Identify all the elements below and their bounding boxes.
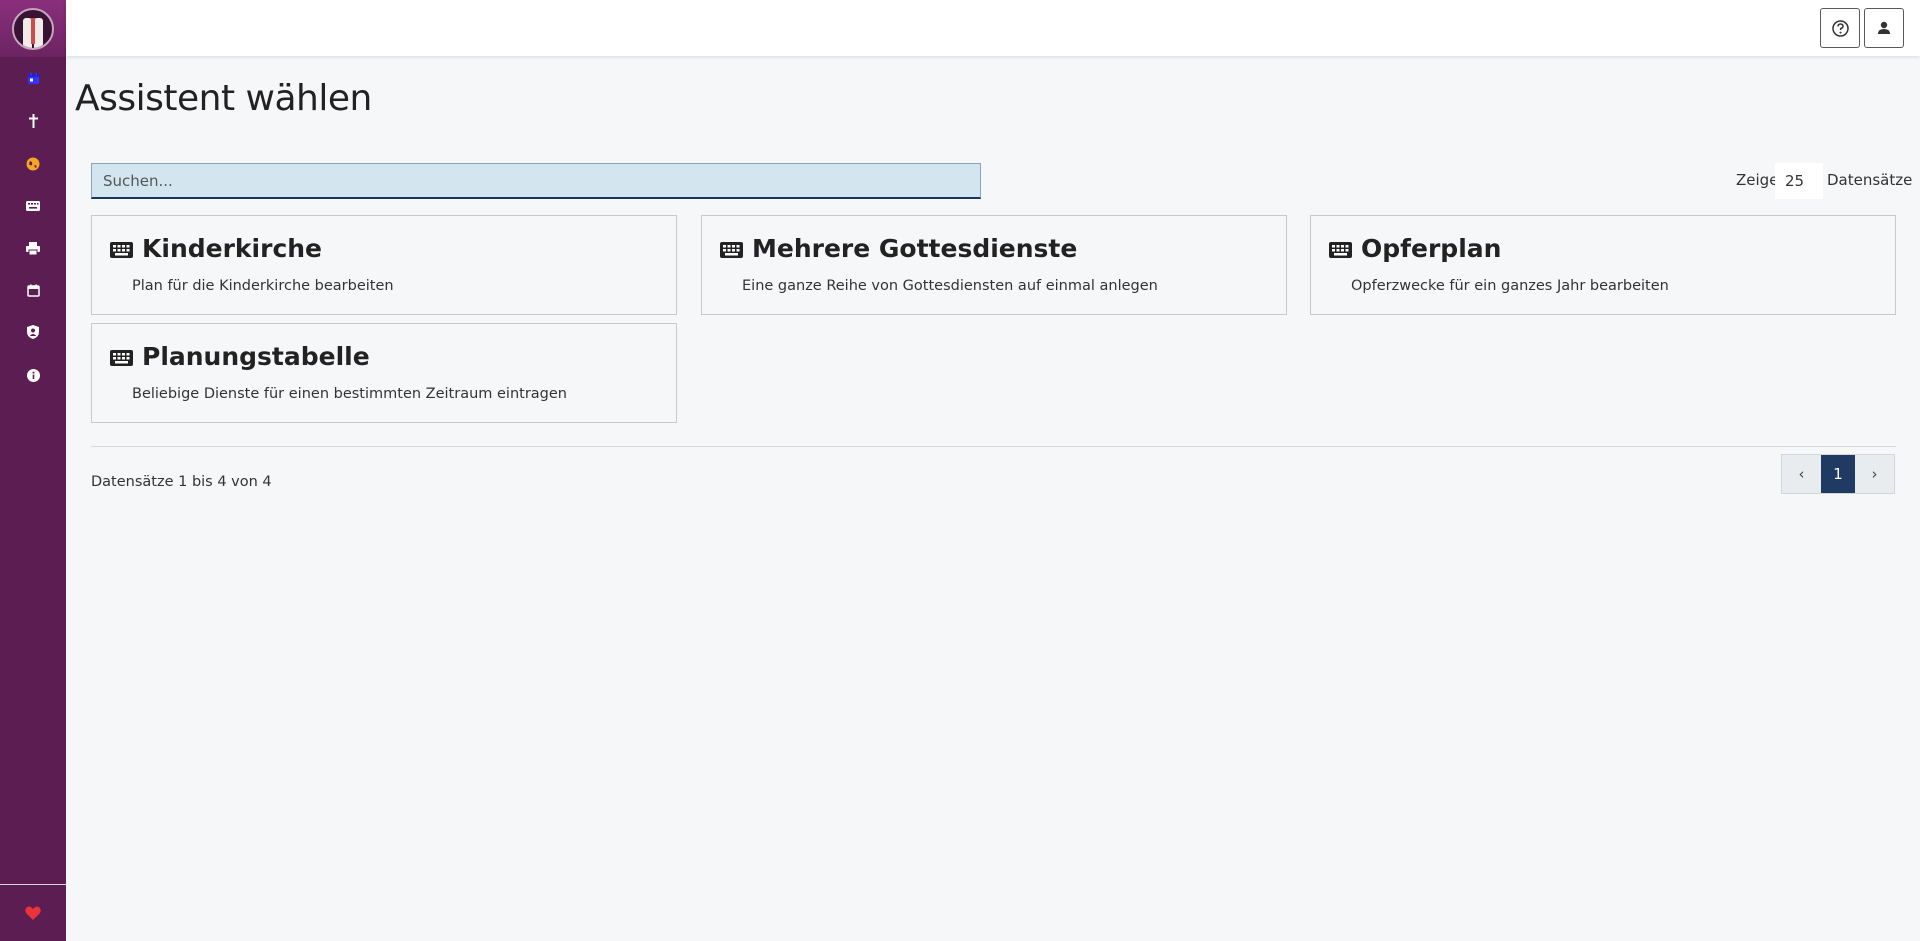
keyboard-icon: [1329, 242, 1352, 258]
length-suffix-label: Datensätze: [1827, 171, 1913, 189]
sidebar-item-absences[interactable]: [0, 278, 66, 302]
assistant-card-mehrere-gottesdienste[interactable]: Mehrere Gottesdienste Eine ganze Reihe v…: [701, 215, 1287, 315]
help-icon: [1831, 19, 1849, 37]
pagination: ‹ 1 ›: [1781, 454, 1895, 494]
length-select[interactable]: 25: [1775, 163, 1823, 199]
pagination-next-button[interactable]: ›: [1855, 455, 1894, 493]
user-icon: [1878, 21, 1890, 34]
sidebar-divider: [0, 884, 66, 885]
heart-icon: [25, 906, 41, 920]
card-title: Kinderkirche: [142, 234, 323, 263]
globe-icon: [26, 157, 40, 171]
content-divider: [91, 446, 1896, 447]
length-prefix-label: Zeige: [1736, 171, 1779, 189]
sidebar-item-services[interactable]: [0, 109, 66, 133]
search-input[interactable]: [91, 163, 981, 199]
top-bar: [66, 0, 1920, 56]
pagination-page-1[interactable]: 1: [1821, 455, 1855, 493]
app-logo: [12, 7, 54, 50]
card-description: Plan für die Kinderkirche bearbeiten: [132, 278, 394, 294]
page-title: Assistent wählen: [75, 78, 372, 119]
sidebar: [0, 0, 66, 941]
sidebar-item-assistants[interactable]: [0, 194, 66, 218]
help-button[interactable]: [1820, 8, 1860, 48]
keyboard-icon: [720, 242, 743, 258]
keyboard-icon: [110, 242, 133, 258]
records-info: Datensätze 1 bis 4 von 4: [91, 474, 272, 490]
user-shield-icon: [27, 325, 39, 339]
sidebar-item-admin[interactable]: [0, 320, 66, 344]
card-description: Opferzwecke für ein ganzes Jahr bearbeit…: [1351, 278, 1669, 294]
card-description: Beliebige Dienste für einen bestimmten Z…: [132, 386, 567, 402]
sidebar-item-web[interactable]: [0, 152, 66, 176]
sidebar-item-info[interactable]: [0, 363, 66, 387]
keyboard-icon: [26, 201, 40, 211]
calendar-icon: [27, 72, 39, 84]
card-description: Eine ganze Reihe von Gottesdiensten auf …: [742, 278, 1158, 294]
sidebar-item-support[interactable]: [0, 901, 66, 925]
keyboard-icon: [110, 350, 133, 366]
user-menu-button[interactable]: [1864, 8, 1904, 48]
logo-link[interactable]: [0, 0, 66, 57]
assistant-card-planungstabelle[interactable]: Planungstabelle Beliebige Dienste für ei…: [91, 323, 677, 423]
card-title: Mehrere Gottesdienste: [752, 234, 1078, 263]
pagination-prev-button[interactable]: ‹: [1782, 455, 1821, 493]
card-title: Opferplan: [1361, 234, 1502, 263]
assistant-card-kinderkirche[interactable]: Kinderkirche Plan für die Kinderkirche b…: [91, 215, 677, 315]
print-icon: [26, 241, 40, 255]
sidebar-item-print[interactable]: [0, 236, 66, 260]
sidebar-item-calendar[interactable]: [0, 66, 66, 90]
calendar-outline-icon: [26, 284, 40, 297]
cross-icon: [28, 114, 38, 128]
info-icon: [26, 368, 40, 382]
assistant-card-opferplan[interactable]: Opferplan Opferzwecke für ein ganzes Jah…: [1310, 215, 1896, 315]
card-title: Planungstabelle: [142, 342, 370, 371]
